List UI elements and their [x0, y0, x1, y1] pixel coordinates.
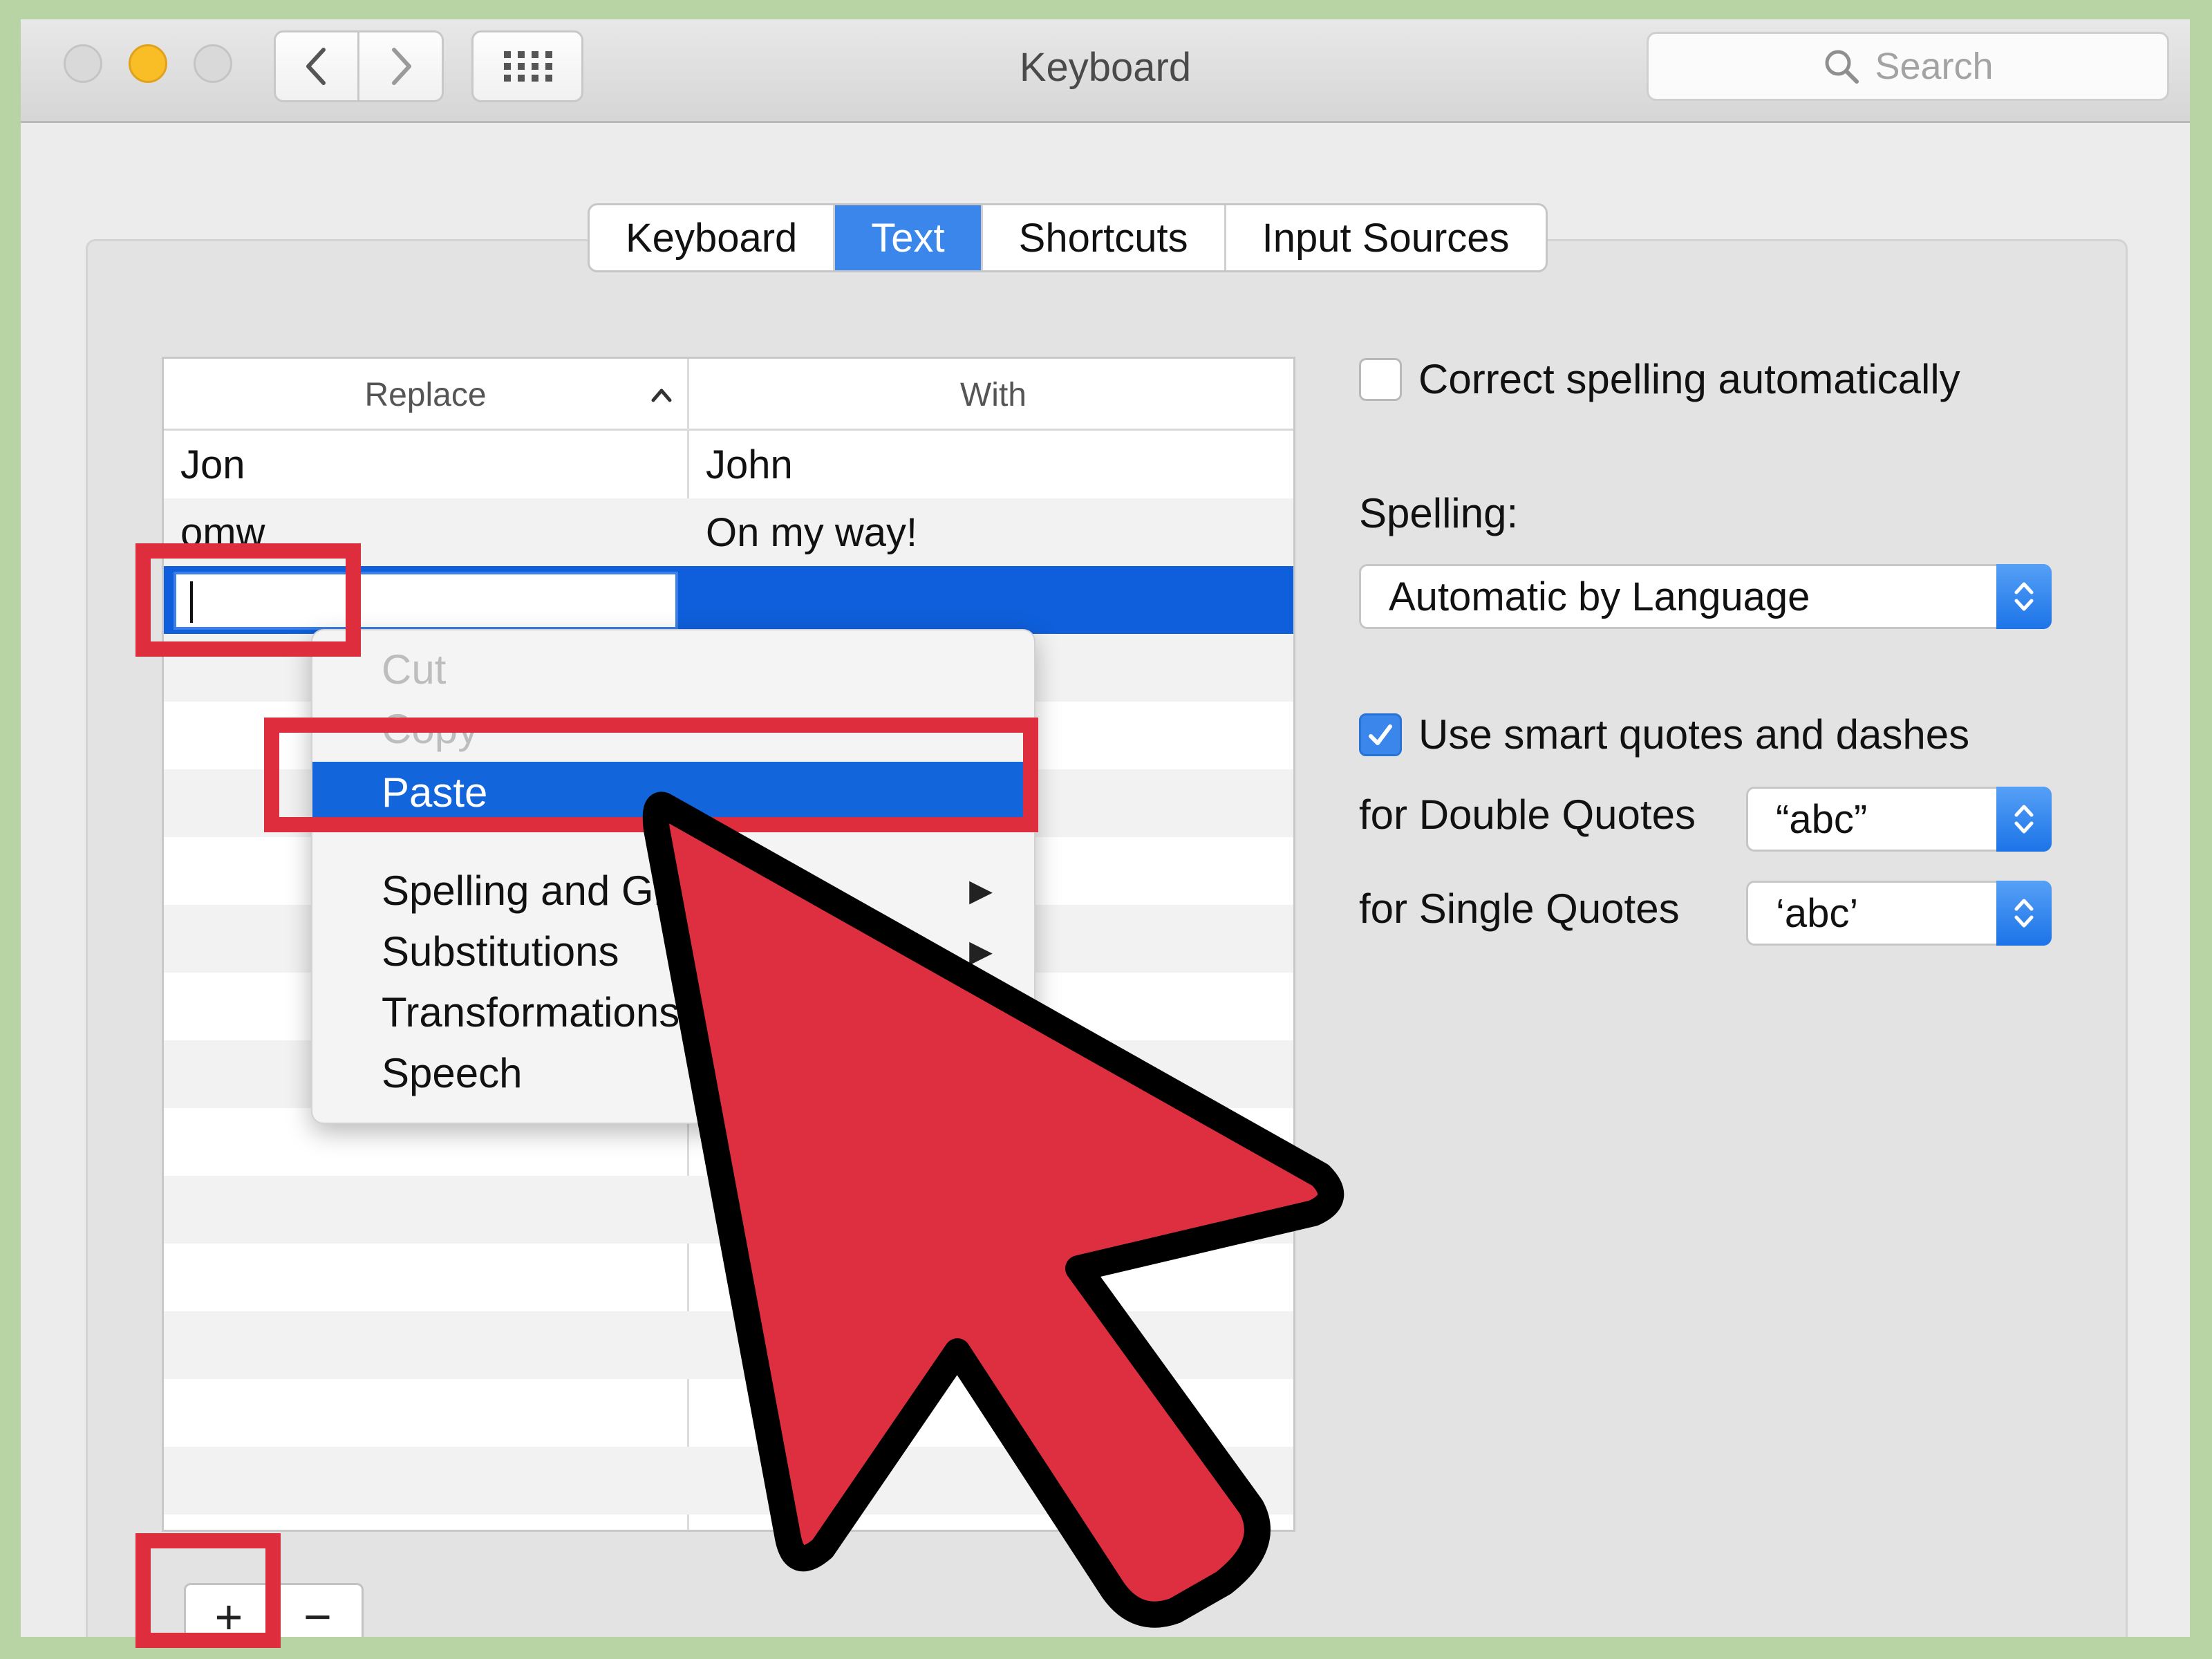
- mouse-pointer-icon: [642, 791, 1344, 1628]
